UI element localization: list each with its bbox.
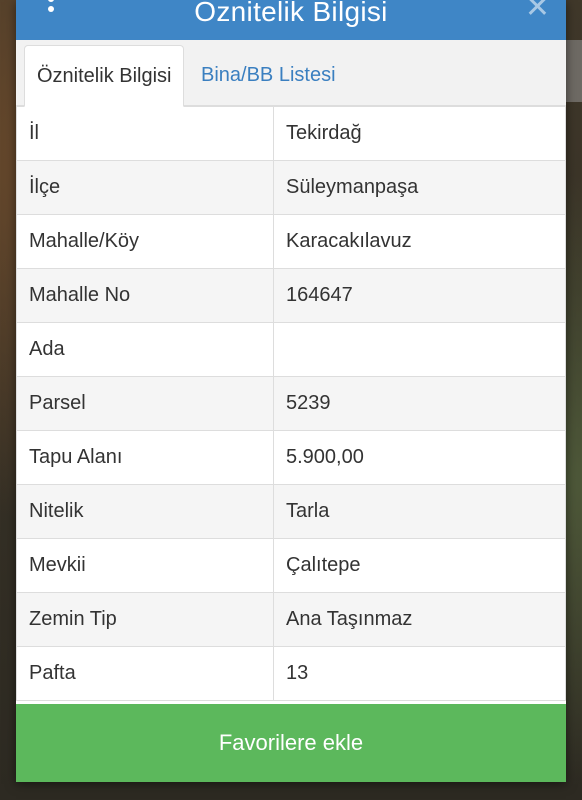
close-icon[interactable]: ✕ [525,0,550,28]
dialog-title: Öznitelik Bilgisi [194,0,388,27]
attribute-value: 5.900,00 [273,430,566,485]
attribute-value: 5239 [273,376,566,431]
attribute-value [273,322,566,377]
attribute-value: Tekirdağ [273,106,566,161]
table-row: Ada [16,322,566,377]
attribute-info-dialog: Öznitelik Bilgisi ✕ Öznitelik Bilgisi Bi… [16,0,566,782]
map-control-edge [566,40,582,102]
attribute-label: Parsel [16,376,274,431]
add-to-favorites-button[interactable]: Favorilere ekle [16,704,566,782]
table-row: Mevkii Çalıtepe [16,538,566,593]
table-row: Tapu Alanı 5.900,00 [16,430,566,485]
attribute-label: Mahalle/Köy [16,214,274,269]
attribute-label: İl [16,106,274,161]
table-row: Mahalle/Köy Karacakılavuz [16,214,566,269]
attribute-label: Mevkii [16,538,274,593]
attribute-value: Süleymanpaşa [273,160,566,215]
attribute-label: Ada [16,322,274,377]
tab-building-list[interactable]: Bina/BB Listesi [189,45,348,105]
table-row: Pafta 13 [16,646,566,701]
attribute-table: İl Tekirdağ İlçe Süleymanpaşa Mahalle/Köy Kar… [16,106,566,701]
attribute-value: Çalıtepe [273,538,566,593]
table-row: Zemin Tip Ana Taşınmaz [16,592,566,647]
attribute-label: İlçe [16,160,274,215]
table-row: İl Tekirdağ [16,106,566,161]
table-row: Nitelik Tarla [16,484,566,539]
table-row: İlçe Süleymanpaşa [16,160,566,215]
attribute-label: Zemin Tip [16,592,274,647]
attribute-value: 164647 [273,268,566,323]
tab-attribute-info[interactable]: Öznitelik Bilgisi [24,45,185,107]
attribute-label: Mahalle No [16,268,274,323]
attribute-value: Ana Taşınmaz [273,592,566,647]
table-row: Parsel 5239 [16,376,566,431]
attribute-value: Tarla [273,484,566,539]
attribute-value: Karacakılavuz [273,214,566,269]
attribute-label: Tapu Alanı [16,430,274,485]
attribute-label: Nitelik [16,484,274,539]
table-row: Mahalle No 164647 [16,268,566,323]
attribute-value: 13 [273,646,566,701]
dialog-header: Öznitelik Bilgisi ✕ [16,0,566,40]
attribute-label: Pafta [16,646,274,701]
tab-bar: Öznitelik Bilgisi Bina/BB Listesi [16,40,566,107]
